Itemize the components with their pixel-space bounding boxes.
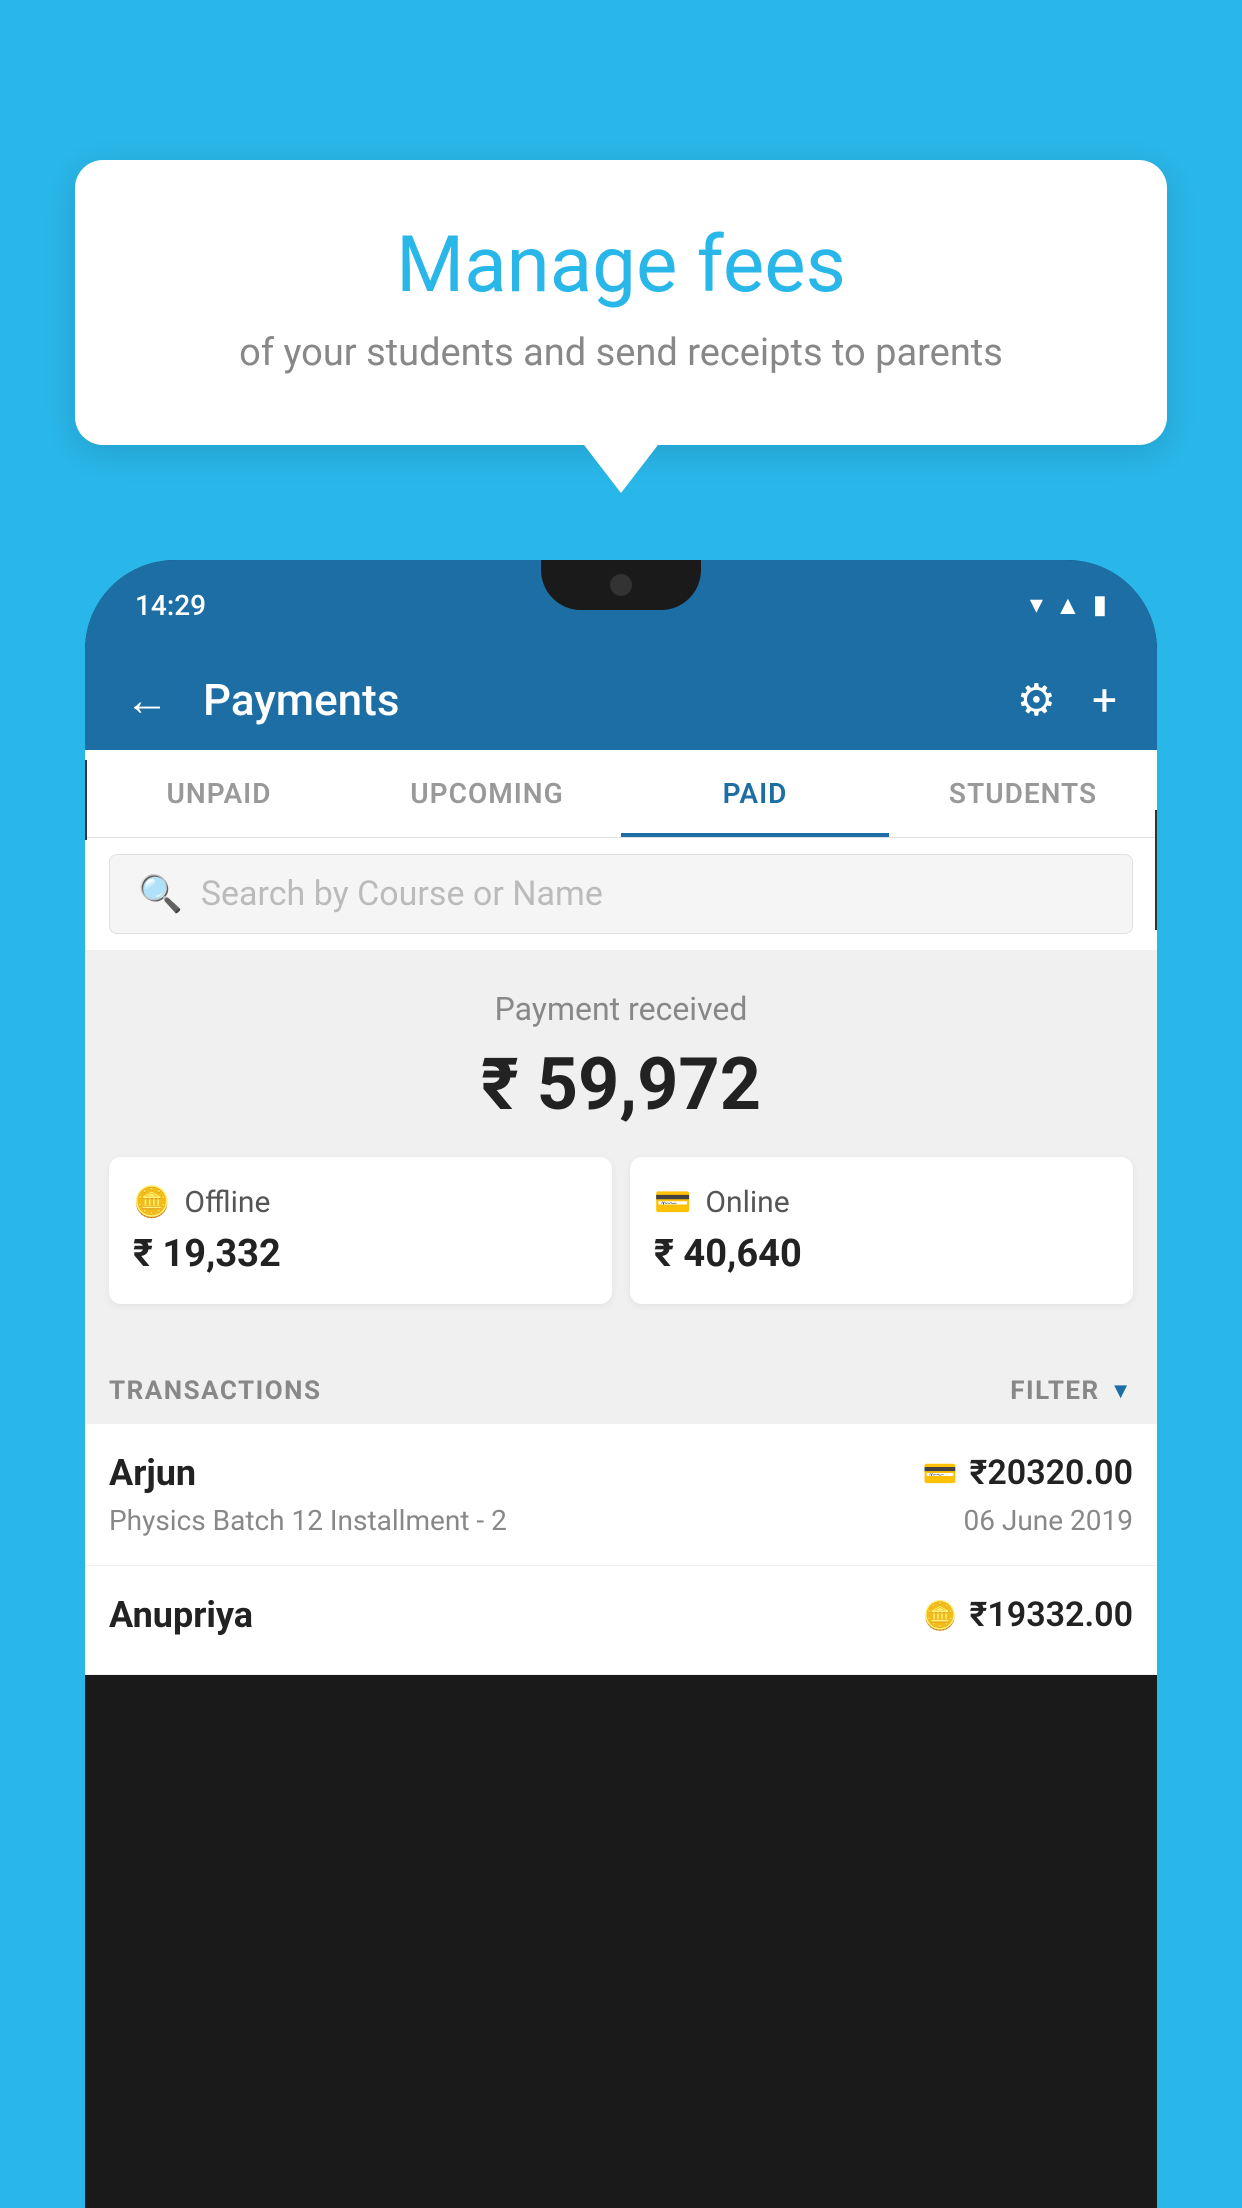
phone-frame: 14:29 ▾ ▲ ▮ ← Payments ⚙ + UNPAID UPCOMI… [85, 560, 1157, 2208]
offline-card-header: 🪙 Offline [133, 1185, 270, 1220]
transaction-amount: ₹19332.00 [970, 1595, 1133, 1635]
search-input[interactable]: Search by Course or Name [201, 874, 603, 914]
tab-upcoming[interactable]: UPCOMING [353, 750, 621, 837]
online-card-header: 💳 Online [654, 1185, 790, 1220]
offline-amount: ₹ 19,332 [133, 1232, 281, 1276]
tabs-bar: UNPAID UPCOMING PAID STUDENTS [85, 750, 1157, 838]
tab-paid[interactable]: PAID [621, 750, 889, 837]
speech-bubble: Manage fees of your students and send re… [75, 160, 1167, 445]
transaction-name: Arjun [109, 1452, 196, 1494]
tab-students[interactable]: STUDENTS [889, 750, 1157, 837]
amount-wrap: 🪙 ₹19332.00 [923, 1595, 1133, 1635]
payment-total-amount: ₹ 59,972 [109, 1042, 1133, 1127]
search-icon: 🔍 [138, 873, 183, 915]
offline-icon: 🪙 [133, 1185, 170, 1220]
status-bar: 14:29 ▾ ▲ ▮ [85, 560, 1157, 650]
wifi-icon: ▾ [1030, 590, 1043, 620]
payment-received-label: Payment received [109, 990, 1133, 1028]
transaction-name: Anupriya [109, 1594, 253, 1636]
payment-type-icon: 🪙 [923, 1599, 958, 1632]
transaction-bottom: Physics Batch 12 Installment - 2 06 June… [109, 1504, 1133, 1537]
phone-notch [541, 560, 701, 610]
search-container: 🔍 Search by Course or Name [85, 838, 1157, 950]
filter-button[interactable]: FILTER ▼ [1010, 1376, 1133, 1406]
table-row[interactable]: Arjun 💳 ₹20320.00 Physics Batch 12 Insta… [85, 1424, 1157, 1566]
status-time: 14:29 [135, 589, 206, 622]
app-header: ← Payments ⚙ + [85, 650, 1157, 750]
online-icon: 💳 [654, 1185, 691, 1220]
bubble-subtitle: of your students and send receipts to pa… [125, 331, 1117, 375]
back-button[interactable]: ← [125, 678, 169, 722]
online-amount: ₹ 40,640 [654, 1232, 802, 1276]
transaction-amount: ₹20320.00 [970, 1453, 1133, 1493]
bubble-title: Manage fees [125, 220, 1117, 311]
add-button[interactable]: + [1092, 674, 1117, 726]
transaction-course: Physics Batch 12 Installment - 2 [109, 1504, 507, 1537]
status-icons: ▾ ▲ ▮ [1030, 590, 1107, 621]
search-box[interactable]: 🔍 Search by Course or Name [109, 854, 1133, 934]
transaction-list: Arjun 💳 ₹20320.00 Physics Batch 12 Insta… [85, 1424, 1157, 1675]
tab-unpaid[interactable]: UNPAID [85, 750, 353, 837]
transaction-date: 06 June 2019 [963, 1504, 1133, 1537]
battery-icon: ▮ [1093, 590, 1107, 620]
settings-button[interactable]: ⚙ [1017, 674, 1056, 726]
online-card: 💳 Online ₹ 40,640 [630, 1157, 1133, 1304]
transactions-header: TRANSACTIONS FILTER ▼ [85, 1358, 1157, 1424]
payment-cards: 🪙 Offline ₹ 19,332 💳 Online ₹ 40,640 [109, 1157, 1133, 1304]
filter-icon: ▼ [1110, 1378, 1133, 1404]
online-label: Online [705, 1185, 789, 1220]
page-title: Payments [203, 674, 993, 726]
amount-wrap: 💳 ₹20320.00 [923, 1453, 1133, 1493]
transaction-top: Anupriya 🪙 ₹19332.00 [109, 1594, 1133, 1636]
payment-summary: Payment received ₹ 59,972 🪙 Offline ₹ 19… [85, 950, 1157, 1358]
signal-icon: ▲ [1055, 590, 1081, 621]
header-actions: ⚙ + [1017, 674, 1117, 726]
table-row[interactable]: Anupriya 🪙 ₹19332.00 [85, 1566, 1157, 1675]
payment-type-icon: 💳 [923, 1457, 958, 1490]
offline-card: 🪙 Offline ₹ 19,332 [109, 1157, 612, 1304]
screen-content: 🔍 Search by Course or Name Payment recei… [85, 838, 1157, 1675]
offline-label: Offline [184, 1185, 270, 1220]
transaction-top: Arjun 💳 ₹20320.00 [109, 1452, 1133, 1494]
transactions-label: TRANSACTIONS [109, 1376, 321, 1406]
camera [610, 574, 632, 596]
filter-label: FILTER [1010, 1376, 1099, 1406]
